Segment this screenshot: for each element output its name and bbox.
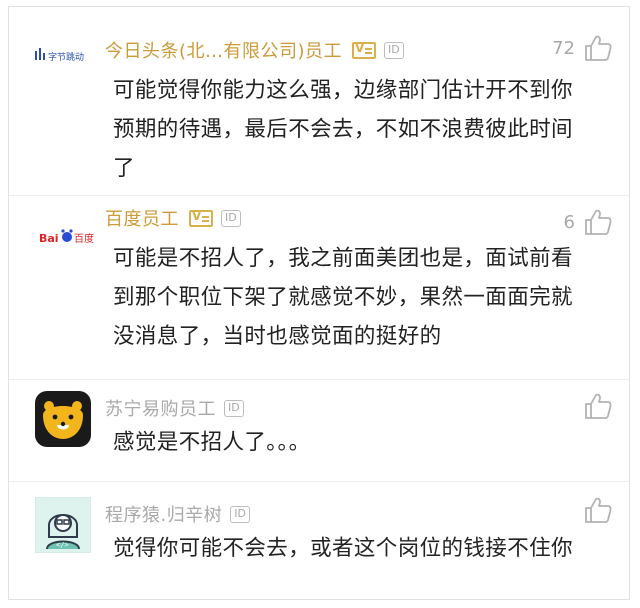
thumbs-up-icon xyxy=(585,497,612,523)
thumbs-up-icon xyxy=(585,393,612,419)
like-button[interactable] xyxy=(583,389,613,423)
suning-lion-icon xyxy=(35,391,91,447)
programmer-avatar-icon: </> xyxy=(34,496,92,554)
like-button[interactable]: 6 xyxy=(564,205,613,239)
author-name[interactable]: 今日头条(北…有限公司)员工 xyxy=(105,37,342,63)
thumbs-up-icon xyxy=(585,35,612,61)
author-name[interactable]: 百度员工 xyxy=(105,205,179,231)
svg-text:</>: </> xyxy=(56,541,69,549)
like-button[interactable] xyxy=(583,493,613,527)
like-button[interactable]: 72 xyxy=(552,31,613,65)
avatar-logo-text: 字节跳动 xyxy=(48,51,84,63)
avatar-logo-text: Bai xyxy=(39,232,59,245)
verified-badge-icon: V xyxy=(189,209,213,227)
divider xyxy=(9,481,629,482)
bytedance-logo-icon: 字节跳动 xyxy=(35,48,84,63)
author-name[interactable]: 苏宁易购员工 xyxy=(105,395,216,421)
id-badge: ID xyxy=(221,209,241,227)
suning-logo-avatar[interactable] xyxy=(35,391,91,447)
programmer-avatar[interactable]: </> xyxy=(34,496,92,554)
like-count: 6 xyxy=(563,211,575,233)
id-badge: ID xyxy=(230,505,250,523)
author-row: 今日头条(北…有限公司)员工 V ID xyxy=(105,35,404,65)
like-count: 72 xyxy=(552,37,575,59)
comment-text: 觉得你可能不会去，或者这个岗位的钱接不住你 xyxy=(113,536,573,561)
baidu-logo-icon: Bai 百度 xyxy=(39,229,94,245)
id-badge: ID xyxy=(384,41,404,59)
author-row: 苏宁易购员工 ID xyxy=(105,393,244,423)
id-badge: ID xyxy=(224,399,244,417)
divider xyxy=(9,379,629,380)
comment-text: 感觉是不招人了。。。 xyxy=(113,430,311,455)
comment-text: 可能是不招人了，我之前面美团也是，面试前看到那个职位下架了就感觉不妙，果然一面面… xyxy=(113,246,573,349)
author-row: 程序猿.归辛树 ID xyxy=(105,499,250,529)
bytedance-logo-avatar[interactable]: 字节跳动 xyxy=(33,35,95,75)
comment-list: 字节跳动 今日头条(北…有限公司)员工 V ID 72 可能觉得你能力这么强，边… xyxy=(8,6,630,600)
divider xyxy=(9,195,629,196)
verified-badge-icon: V xyxy=(352,41,377,59)
comment-text: 可能觉得你能力这么强，边缘部门估计开不到你预期的待遇，最后不会去，不如不浪费彼此… xyxy=(113,78,573,181)
thumbs-up-icon xyxy=(585,209,612,235)
author-name[interactable]: 程序猿.归辛树 xyxy=(105,501,222,527)
baidu-logo-avatar[interactable]: Bai 百度 xyxy=(39,222,95,250)
avatar-logo-text-right: 百度 xyxy=(74,232,94,245)
author-row: 百度员工 V ID xyxy=(105,203,241,233)
